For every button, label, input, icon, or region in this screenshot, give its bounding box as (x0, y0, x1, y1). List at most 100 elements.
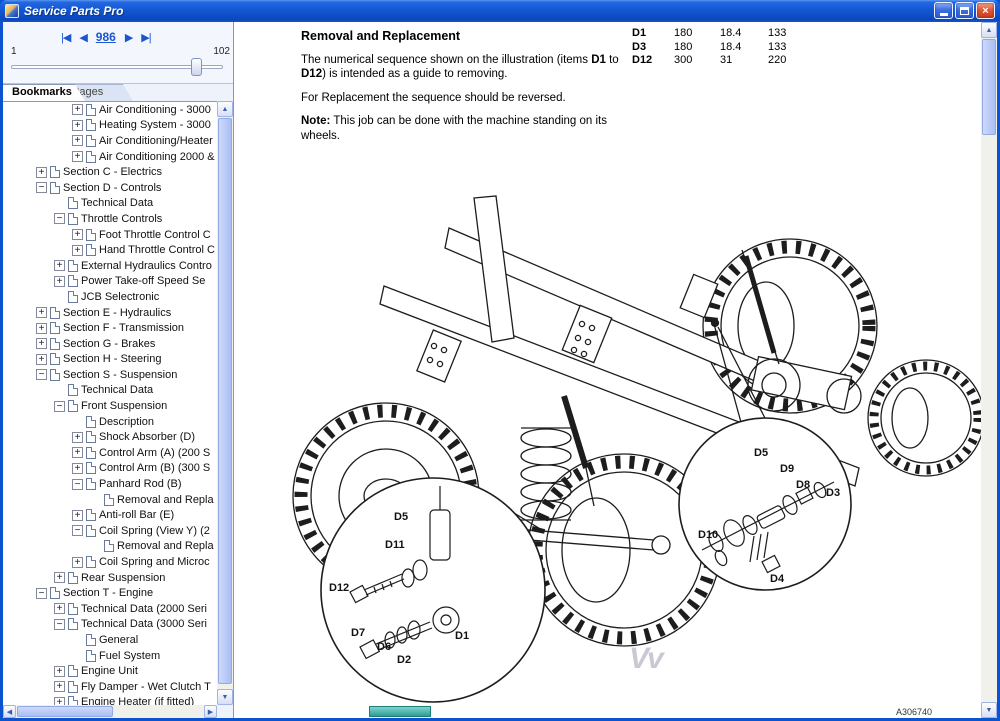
tree-item[interactable]: + Hand Throttle Control C (3, 242, 217, 258)
expand-toggle-icon[interactable]: + (72, 135, 83, 146)
tree-item[interactable]: + Foot Throttle Control C (3, 227, 217, 243)
tab-bookmarks[interactable]: Bookmarks (3, 84, 85, 101)
next-page-button[interactable]: ▶ (125, 31, 132, 44)
tree-item[interactable]: + Rear Suspension (3, 570, 217, 586)
tree-item[interactable]: + Air Conditioning 2000 & (3, 149, 217, 165)
scrollbar-thumb[interactable] (17, 706, 113, 717)
first-page-button[interactable]: |◀ (61, 31, 70, 44)
tree-item[interactable]: + Engine Unit (3, 663, 217, 679)
expand-toggle-icon[interactable]: + (72, 510, 83, 521)
expand-toggle-icon[interactable]: + (54, 681, 65, 692)
table-cell: D3 (632, 41, 674, 54)
minimize-button[interactable] (934, 2, 953, 19)
document-icon (86, 525, 96, 537)
tree-item[interactable]: Description (3, 414, 217, 430)
expand-toggle-icon[interactable]: + (36, 338, 47, 349)
expand-toggle-icon[interactable]: + (36, 354, 47, 365)
tree-item[interactable]: General (3, 632, 217, 648)
expand-toggle-icon[interactable]: − (72, 525, 83, 536)
expand-toggle-icon[interactable]: + (54, 697, 65, 705)
tree-item[interactable]: + Section F - Transmission (3, 320, 217, 336)
expand-toggle-icon[interactable]: − (54, 401, 65, 412)
expand-toggle-icon[interactable]: − (36, 369, 47, 380)
expand-toggle-icon[interactable]: + (72, 104, 83, 115)
expand-toggle-icon[interactable]: + (72, 229, 83, 240)
expand-toggle-icon[interactable]: − (54, 213, 65, 224)
expand-toggle-icon[interactable]: + (72, 557, 83, 568)
expand-toggle-icon[interactable]: + (72, 245, 83, 256)
expand-toggle-icon[interactable]: + (72, 447, 83, 458)
tree-item[interactable]: + Coil Spring and Microc (3, 554, 217, 570)
tree-item[interactable]: + Engine Heater (if fitted) (3, 695, 217, 705)
scrollbar-thumb[interactable] (982, 39, 996, 135)
tree-item[interactable]: Fuel System (3, 648, 217, 664)
tree-item[interactable]: JCB Selectronic (3, 289, 217, 305)
expand-toggle-icon[interactable]: + (54, 276, 65, 287)
document-icon (86, 104, 96, 116)
tree-item[interactable]: + Anti-roll Bar (E) (3, 507, 217, 523)
expand-toggle-icon[interactable]: + (72, 432, 83, 443)
page-slider-thumb[interactable] (191, 58, 202, 76)
scroll-down-button[interactable]: ▼ (981, 702, 997, 718)
tree-horizontal-scrollbar[interactable]: ◀ ▶ (3, 705, 217, 718)
expand-toggle-icon[interactable]: + (72, 151, 83, 162)
maximize-button[interactable] (955, 2, 974, 19)
expand-toggle-icon[interactable]: + (54, 603, 65, 614)
expand-toggle-icon[interactable]: − (54, 619, 65, 630)
tree-item[interactable]: + Heating System - 3000 (3, 118, 217, 134)
tree-item[interactable]: + Section C - Electrics (3, 164, 217, 180)
tree-item[interactable]: − Section S - Suspension (3, 367, 217, 383)
tree-item[interactable]: Removal and Repla (3, 539, 217, 555)
tree-item[interactable]: − Panhard Rod (B) (3, 476, 217, 492)
expand-toggle-icon[interactable]: + (36, 307, 47, 318)
scroll-right-button[interactable]: ▶ (204, 705, 217, 718)
page-number[interactable]: 986 (96, 30, 116, 44)
expand-toggle-icon[interactable]: + (36, 167, 47, 178)
expand-toggle-icon[interactable]: + (36, 323, 47, 334)
tree-item[interactable]: + Power Take-off Speed Se (3, 274, 217, 290)
tree-item[interactable]: + Section H - Steering (3, 352, 217, 368)
tree-item[interactable]: − Technical Data (3000 Seri (3, 617, 217, 633)
tree-item[interactable]: − Section T - Engine (3, 585, 217, 601)
tree-item[interactable]: + Air Conditioning - 3000 (3, 102, 217, 118)
expand-toggle-icon[interactable]: − (36, 182, 47, 193)
scroll-up-button[interactable]: ▲ (981, 22, 997, 38)
tree-item[interactable]: + Control Arm (B) (300 S (3, 461, 217, 477)
expand-toggle-icon[interactable]: + (54, 572, 65, 583)
main-vertical-scrollbar[interactable]: ▲ ▼ (981, 22, 997, 718)
last-page-button[interactable]: ▶| (141, 31, 150, 44)
document-icon (68, 260, 78, 272)
scroll-left-button[interactable]: ◀ (3, 705, 16, 718)
previous-page-button[interactable]: ◀ (79, 31, 86, 44)
tree-item[interactable]: + Section G - Brakes (3, 336, 217, 352)
tree-item[interactable]: + External Hydraulics Contro (3, 258, 217, 274)
tree-item[interactable]: Removal and Repla (3, 492, 217, 508)
scroll-up-button[interactable]: ▲ (217, 101, 233, 117)
tree-item[interactable]: + Shock Absorber (D) (3, 429, 217, 445)
tree-item-label: Section D - Controls (63, 182, 161, 194)
close-button[interactable]: × (976, 2, 995, 19)
tree-item[interactable]: − Throttle Controls (3, 211, 217, 227)
document-icon (86, 509, 96, 521)
expand-toggle-icon[interactable]: − (72, 479, 83, 490)
expand-toggle-icon[interactable]: + (54, 260, 65, 271)
scrollbar-thumb[interactable] (218, 118, 232, 684)
tree-item[interactable]: + Air Conditioning/Heater (3, 133, 217, 149)
tree-item[interactable]: − Section D - Controls (3, 180, 217, 196)
tree-item[interactable]: − Front Suspension (3, 398, 217, 414)
scroll-down-button[interactable]: ▼ (217, 689, 233, 705)
tree-item[interactable]: + Fly Damper - Wet Clutch T (3, 679, 217, 695)
expand-toggle-icon[interactable]: + (72, 463, 83, 474)
tree-item[interactable]: + Section E - Hydraulics (3, 305, 217, 321)
tree-item[interactable]: Technical Data (3, 383, 217, 399)
expand-toggle-icon[interactable]: + (54, 666, 65, 677)
item-ref: D1 (591, 54, 606, 66)
tree-item[interactable]: Technical Data (3, 196, 217, 212)
expand-toggle-icon[interactable]: + (72, 120, 83, 131)
tree-item[interactable]: + Control Arm (A) (200 S (3, 445, 217, 461)
tree-item[interactable]: − Coil Spring (View Y) (2 (3, 523, 217, 539)
expand-toggle-icon[interactable]: − (36, 588, 47, 599)
tree-item[interactable]: + Technical Data (2000 Seri (3, 601, 217, 617)
tree-vertical-scrollbar[interactable]: ▲ ▼ (217, 101, 233, 705)
main-content: Removal and Replacement The numerical se… (233, 22, 981, 718)
